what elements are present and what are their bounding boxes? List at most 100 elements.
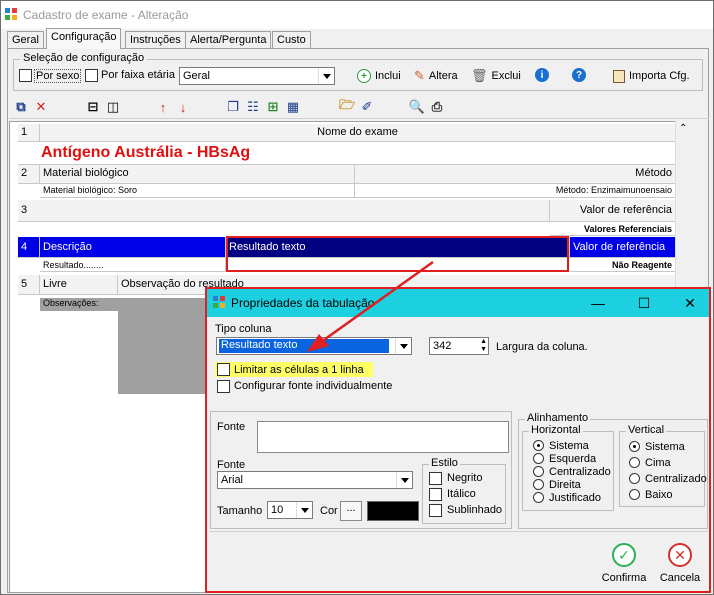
- inclui-button[interactable]: + Inclui: [357, 68, 401, 84]
- tamanho-value: 10: [271, 504, 284, 516]
- limitar-checkbox[interactable]: [217, 363, 230, 376]
- list-icon[interactable]: ☷: [245, 99, 261, 115]
- fonte-value: Arial: [221, 474, 244, 486]
- cor-swatch: [367, 501, 419, 521]
- v-sistema-radio[interactable]: [629, 441, 640, 452]
- chevron-up-icon[interactable]: ⌃: [679, 123, 687, 134]
- split-horizontal-icon[interactable]: ⊟: [85, 99, 101, 115]
- cancela-label: Cancela: [659, 572, 701, 584]
- grid-toolbar: ⧉ ✕ ⊟ ◫ ↑ ↓ ❐ ☷ ⊞ ▦ 🗁 ✐ 🔍 ⎙: [9, 97, 709, 119]
- tamanho-select[interactable]: 10: [267, 501, 313, 519]
- confirma-label: Confirma: [601, 572, 647, 584]
- row1-header[interactable]: Nome do exame: [40, 124, 676, 142]
- layers-icon[interactable]: ⧉: [13, 99, 29, 115]
- print-preview-icon[interactable]: 🔍: [409, 99, 425, 115]
- h-justificado-radio[interactable]: [533, 492, 544, 503]
- maximize-icon[interactable]: ☐: [633, 293, 655, 313]
- sublinhado-checkbox[interactable]: [429, 504, 442, 517]
- edit-document-icon[interactable]: ✐: [359, 99, 375, 115]
- folder-open-icon[interactable]: 🗁: [339, 97, 355, 115]
- tamanho-label: Tamanho: [217, 505, 263, 517]
- tab-geral[interactable]: Geral: [7, 31, 44, 48]
- tab-instrucoes[interactable]: Instruções: [125, 31, 186, 48]
- row2-sub-right: Método: Enzimaimunoensaio: [355, 184, 676, 198]
- row3-right[interactable]: Valor de referência: [550, 200, 676, 222]
- h-direita-radio[interactable]: [533, 479, 544, 490]
- tab-configuracao[interactable]: Configuração: [46, 28, 122, 49]
- v-option-3: Baixo: [645, 489, 673, 501]
- v-option-0: Sistema: [645, 441, 685, 453]
- horizontal-legend: Horizontal: [529, 424, 583, 436]
- row5-sub-left: Observações:: [40, 298, 118, 311]
- tipo-coluna-label: Tipo coluna: [215, 323, 272, 335]
- table-icon[interactable]: ▦: [285, 99, 301, 115]
- v-cima-radio[interactable]: [629, 457, 640, 468]
- arrow-down-icon[interactable]: ↓: [175, 99, 191, 115]
- importa-label: Importa Cfg.: [629, 70, 690, 82]
- row4-sub-left: Resultado........: [40, 258, 226, 272]
- split-vertical-icon[interactable]: ◫: [105, 99, 121, 115]
- importa-cfg-button[interactable]: Importa Cfg.: [613, 68, 690, 84]
- row5-livre[interactable]: Livre: [40, 275, 118, 295]
- por-faixa-checkbox[interactable]: [85, 69, 98, 82]
- cancela-button[interactable]: ✕ Cancela: [655, 541, 705, 587]
- chevron-down-icon[interactable]: [396, 472, 412, 488]
- por-sexo-label: Por sexo: [34, 69, 82, 83]
- cor-button[interactable]: ...: [340, 501, 362, 521]
- h-sistema-radio[interactable]: [533, 440, 544, 451]
- tab-custo[interactable]: Custo: [272, 31, 311, 48]
- italico-checkbox[interactable]: [429, 488, 442, 501]
- h-esquerda-radio[interactable]: [533, 453, 544, 464]
- por-sexo-checkbox[interactable]: [19, 69, 32, 82]
- inclui-label: Inclui: [375, 70, 401, 82]
- delete-x-icon[interactable]: ✕: [33, 99, 49, 115]
- copy-icon[interactable]: ❐: [225, 99, 241, 115]
- largura-label: Largura da coluna.: [496, 341, 588, 353]
- h-centralizado-radio[interactable]: [533, 466, 544, 477]
- h-option-1: Esquerda: [549, 453, 597, 465]
- config-combo[interactable]: Geral: [179, 67, 335, 85]
- h-option-3: Direita: [549, 479, 581, 491]
- print-icon[interactable]: ⎙: [429, 99, 445, 115]
- close-icon[interactable]: ✕: [679, 293, 701, 313]
- row2-number: 2: [18, 165, 40, 184]
- altera-button[interactable]: ✎ Altera: [414, 68, 458, 84]
- v-centralizado-radio[interactable]: [629, 473, 640, 484]
- confirma-button[interactable]: ✓ Confirma: [599, 541, 649, 587]
- row2-right[interactable]: Método: [355, 165, 676, 184]
- row4-descricao[interactable]: Descrição: [40, 237, 226, 258]
- spinner-arrows-icon[interactable]: ▲ ▼: [480, 338, 487, 354]
- por-faixa-label: Por faixa etária: [101, 69, 175, 81]
- row2-left[interactable]: Material biológico: [40, 165, 355, 184]
- vertical-legend: Vertical: [626, 424, 667, 436]
- fonte-preview-box: [257, 421, 509, 453]
- configurar-fonte-label: Configurar fonte individualmente: [234, 380, 393, 392]
- fonte-select[interactable]: Arial: [217, 471, 413, 489]
- row4-sub-right: Não Reagente: [570, 258, 676, 272]
- chevron-down-icon[interactable]: [296, 502, 312, 518]
- row3-sub-right: Valores Referenciais: [550, 222, 676, 236]
- plus-icon: +: [357, 69, 371, 83]
- annotation-arrow: [307, 260, 434, 352]
- trash-icon: 🗑: [471, 68, 488, 83]
- arrow-up-icon[interactable]: ↑: [155, 99, 171, 115]
- row4-valor-referencia[interactable]: Valor de referência: [570, 237, 676, 258]
- cor-label: Cor: [320, 505, 338, 517]
- configurar-fonte-checkbox[interactable]: [217, 380, 230, 393]
- help-icon[interactable]: ?: [572, 68, 586, 82]
- h-option-4: Justificado: [549, 492, 601, 504]
- exclui-button[interactable]: 🗑 Exclui: [471, 68, 521, 84]
- info-icon[interactable]: i: [535, 68, 549, 82]
- import-icon: [613, 69, 625, 83]
- chevron-down-icon[interactable]: [318, 68, 334, 84]
- config-combo-value: Geral: [183, 70, 210, 82]
- minimize-icon[interactable]: —: [587, 293, 609, 313]
- add-field-icon[interactable]: ⊞: [265, 99, 281, 115]
- fonte-preview-label: Fonte: [217, 421, 246, 433]
- tab-alerta-pergunta[interactable]: Alerta/Pergunta: [185, 31, 272, 48]
- v-baixo-radio[interactable]: [629, 489, 640, 500]
- main-window: Cadastro de exame - Alteração Geral Conf…: [0, 0, 714, 595]
- check-circle-icon: ✓: [612, 543, 636, 567]
- negrito-checkbox[interactable]: [429, 472, 442, 485]
- exclui-label: Exclui: [491, 70, 521, 82]
